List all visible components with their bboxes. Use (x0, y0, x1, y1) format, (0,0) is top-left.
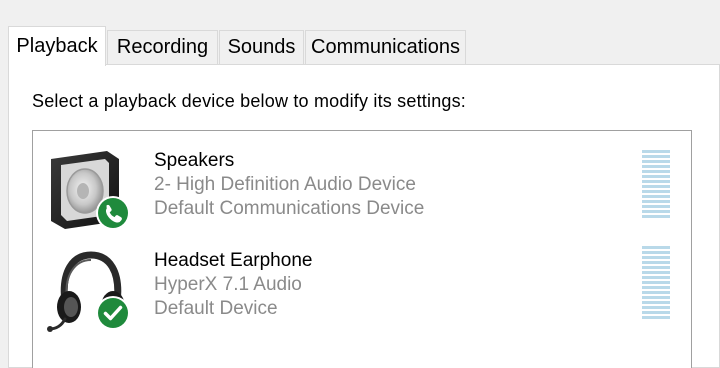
device-description: HyperX 7.1 Audio (154, 274, 302, 295)
speaker-icon (47, 149, 137, 239)
device-name: Speakers (154, 150, 235, 171)
device-item-speakers[interactable]: Speakers 2- High Definition Audio Device… (33, 139, 673, 239)
check-badge-icon (96, 296, 130, 330)
device-status: Default Device (154, 298, 278, 319)
device-list[interactable]: Speakers 2- High Definition Audio Device… (32, 130, 692, 368)
tab-communications[interactable]: Communications (305, 30, 466, 64)
tab-sounds[interactable]: Sounds (219, 30, 304, 64)
volume-meter (642, 150, 670, 220)
tab-bar: Playback Recording Sounds Communications (0, 0, 720, 66)
device-status: Default Communications Device (154, 198, 425, 219)
device-description: 2- High Definition Audio Device (154, 174, 416, 195)
volume-meter (642, 246, 670, 321)
headset-icon (47, 249, 137, 339)
tab-recording[interactable]: Recording (107, 30, 218, 64)
instruction-text: Select a playback device below to modify… (32, 91, 467, 111)
tab-playback[interactable]: Playback (8, 26, 106, 66)
device-name: Headset Earphone (154, 250, 313, 271)
phone-badge-icon (96, 196, 130, 230)
device-item-headset-earphone[interactable]: Headset Earphone HyperX 7.1 Audio Defaul… (33, 239, 673, 339)
